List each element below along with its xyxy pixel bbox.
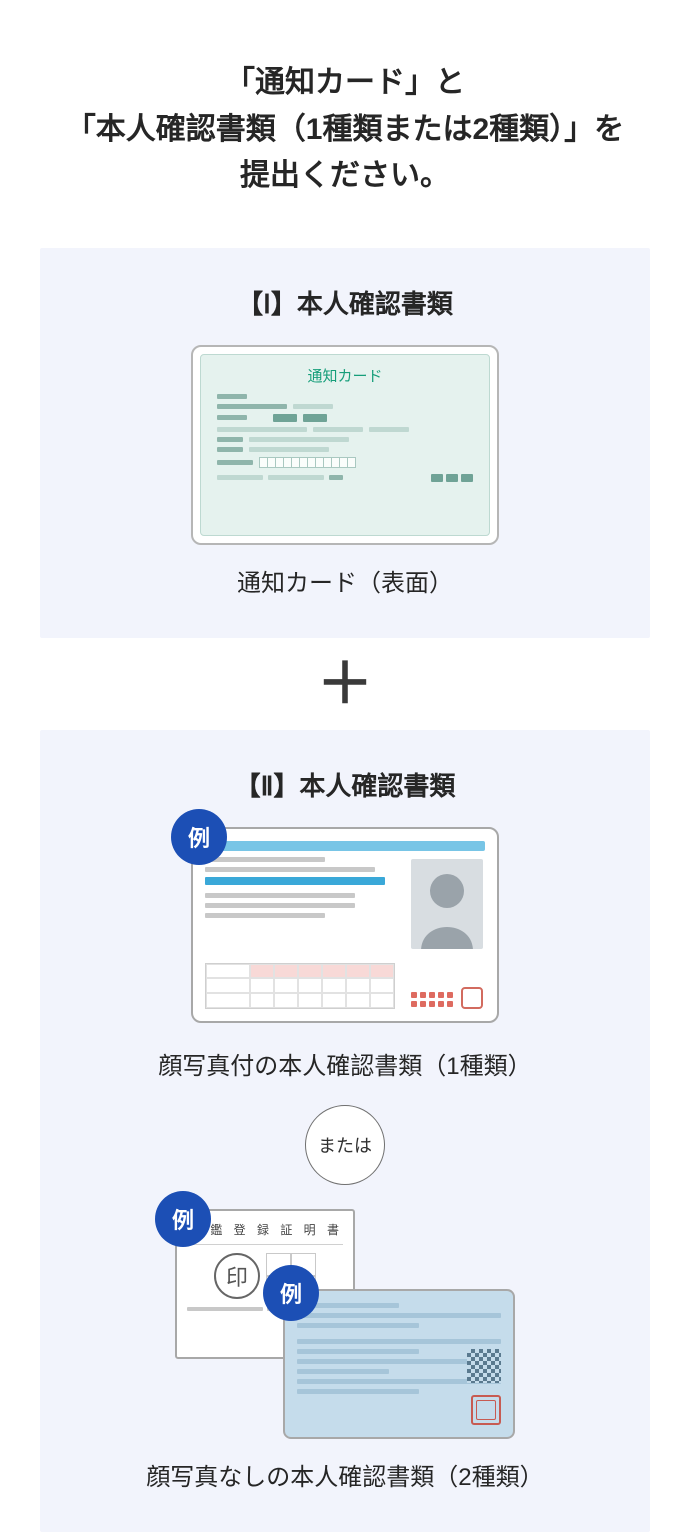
- example-badge-3: 例: [263, 1265, 319, 1321]
- seal-icon: [461, 987, 483, 1009]
- heading-line-2: 「本人確認書類（1種類または2種類）」を: [66, 113, 624, 146]
- notification-card-inner: 通知カード: [200, 354, 490, 536]
- no-photo-id-illustration: 例 印 鑑 登 録 証 明 書 印 例: [175, 1209, 515, 1439]
- notification-card-label: 通知カード: [217, 365, 473, 386]
- photo-id-caption: 顔写真付の本人確認書類（1種類）: [70, 1046, 620, 1081]
- red-seal-icon: [471, 1395, 501, 1425]
- photo-placeholder-icon: [411, 859, 483, 949]
- section-2-title: 【Ⅱ】本人確認書類: [70, 766, 620, 803]
- plus-icon: ＋: [40, 656, 650, 712]
- photo-id-card: [191, 827, 499, 1023]
- page-heading: 「通知カード」と 「本人確認書類（1種類または2種類）」を 提出ください。: [40, 60, 650, 200]
- notification-card-illustration: 通知カード: [191, 345, 499, 545]
- notification-card-lines: [217, 394, 473, 482]
- section-2-panel: 【Ⅱ】本人確認書類 例 顔写真付の本人確認書類（1種類） または: [40, 730, 650, 1532]
- license-grid: [205, 963, 395, 1009]
- no-photo-id-caption: 顔写真なしの本人確認書類（2種類）: [70, 1457, 620, 1492]
- or-badge: または: [305, 1105, 385, 1185]
- qr-code-icon: [467, 1349, 501, 1383]
- heading-line-1: 「通知カード」と: [225, 66, 465, 99]
- photo-id-illustration-wrap: 例: [191, 827, 499, 1023]
- example-badge-2: 例: [155, 1191, 211, 1247]
- section-1-panel: 【Ⅰ】本人確認書類 通知カード 通知カード（表面）: [40, 248, 650, 638]
- dots-icon: [411, 992, 453, 1007]
- heading-line-3: 提出ください。: [240, 159, 450, 192]
- section-1-caption: 通知カード（表面）: [70, 563, 620, 598]
- section-1-title: 【Ⅰ】本人確認書類: [70, 284, 620, 321]
- seal-mark-icon: 印: [214, 1253, 260, 1299]
- example-badge-1: 例: [171, 809, 227, 865]
- blue-id-card: [283, 1289, 515, 1439]
